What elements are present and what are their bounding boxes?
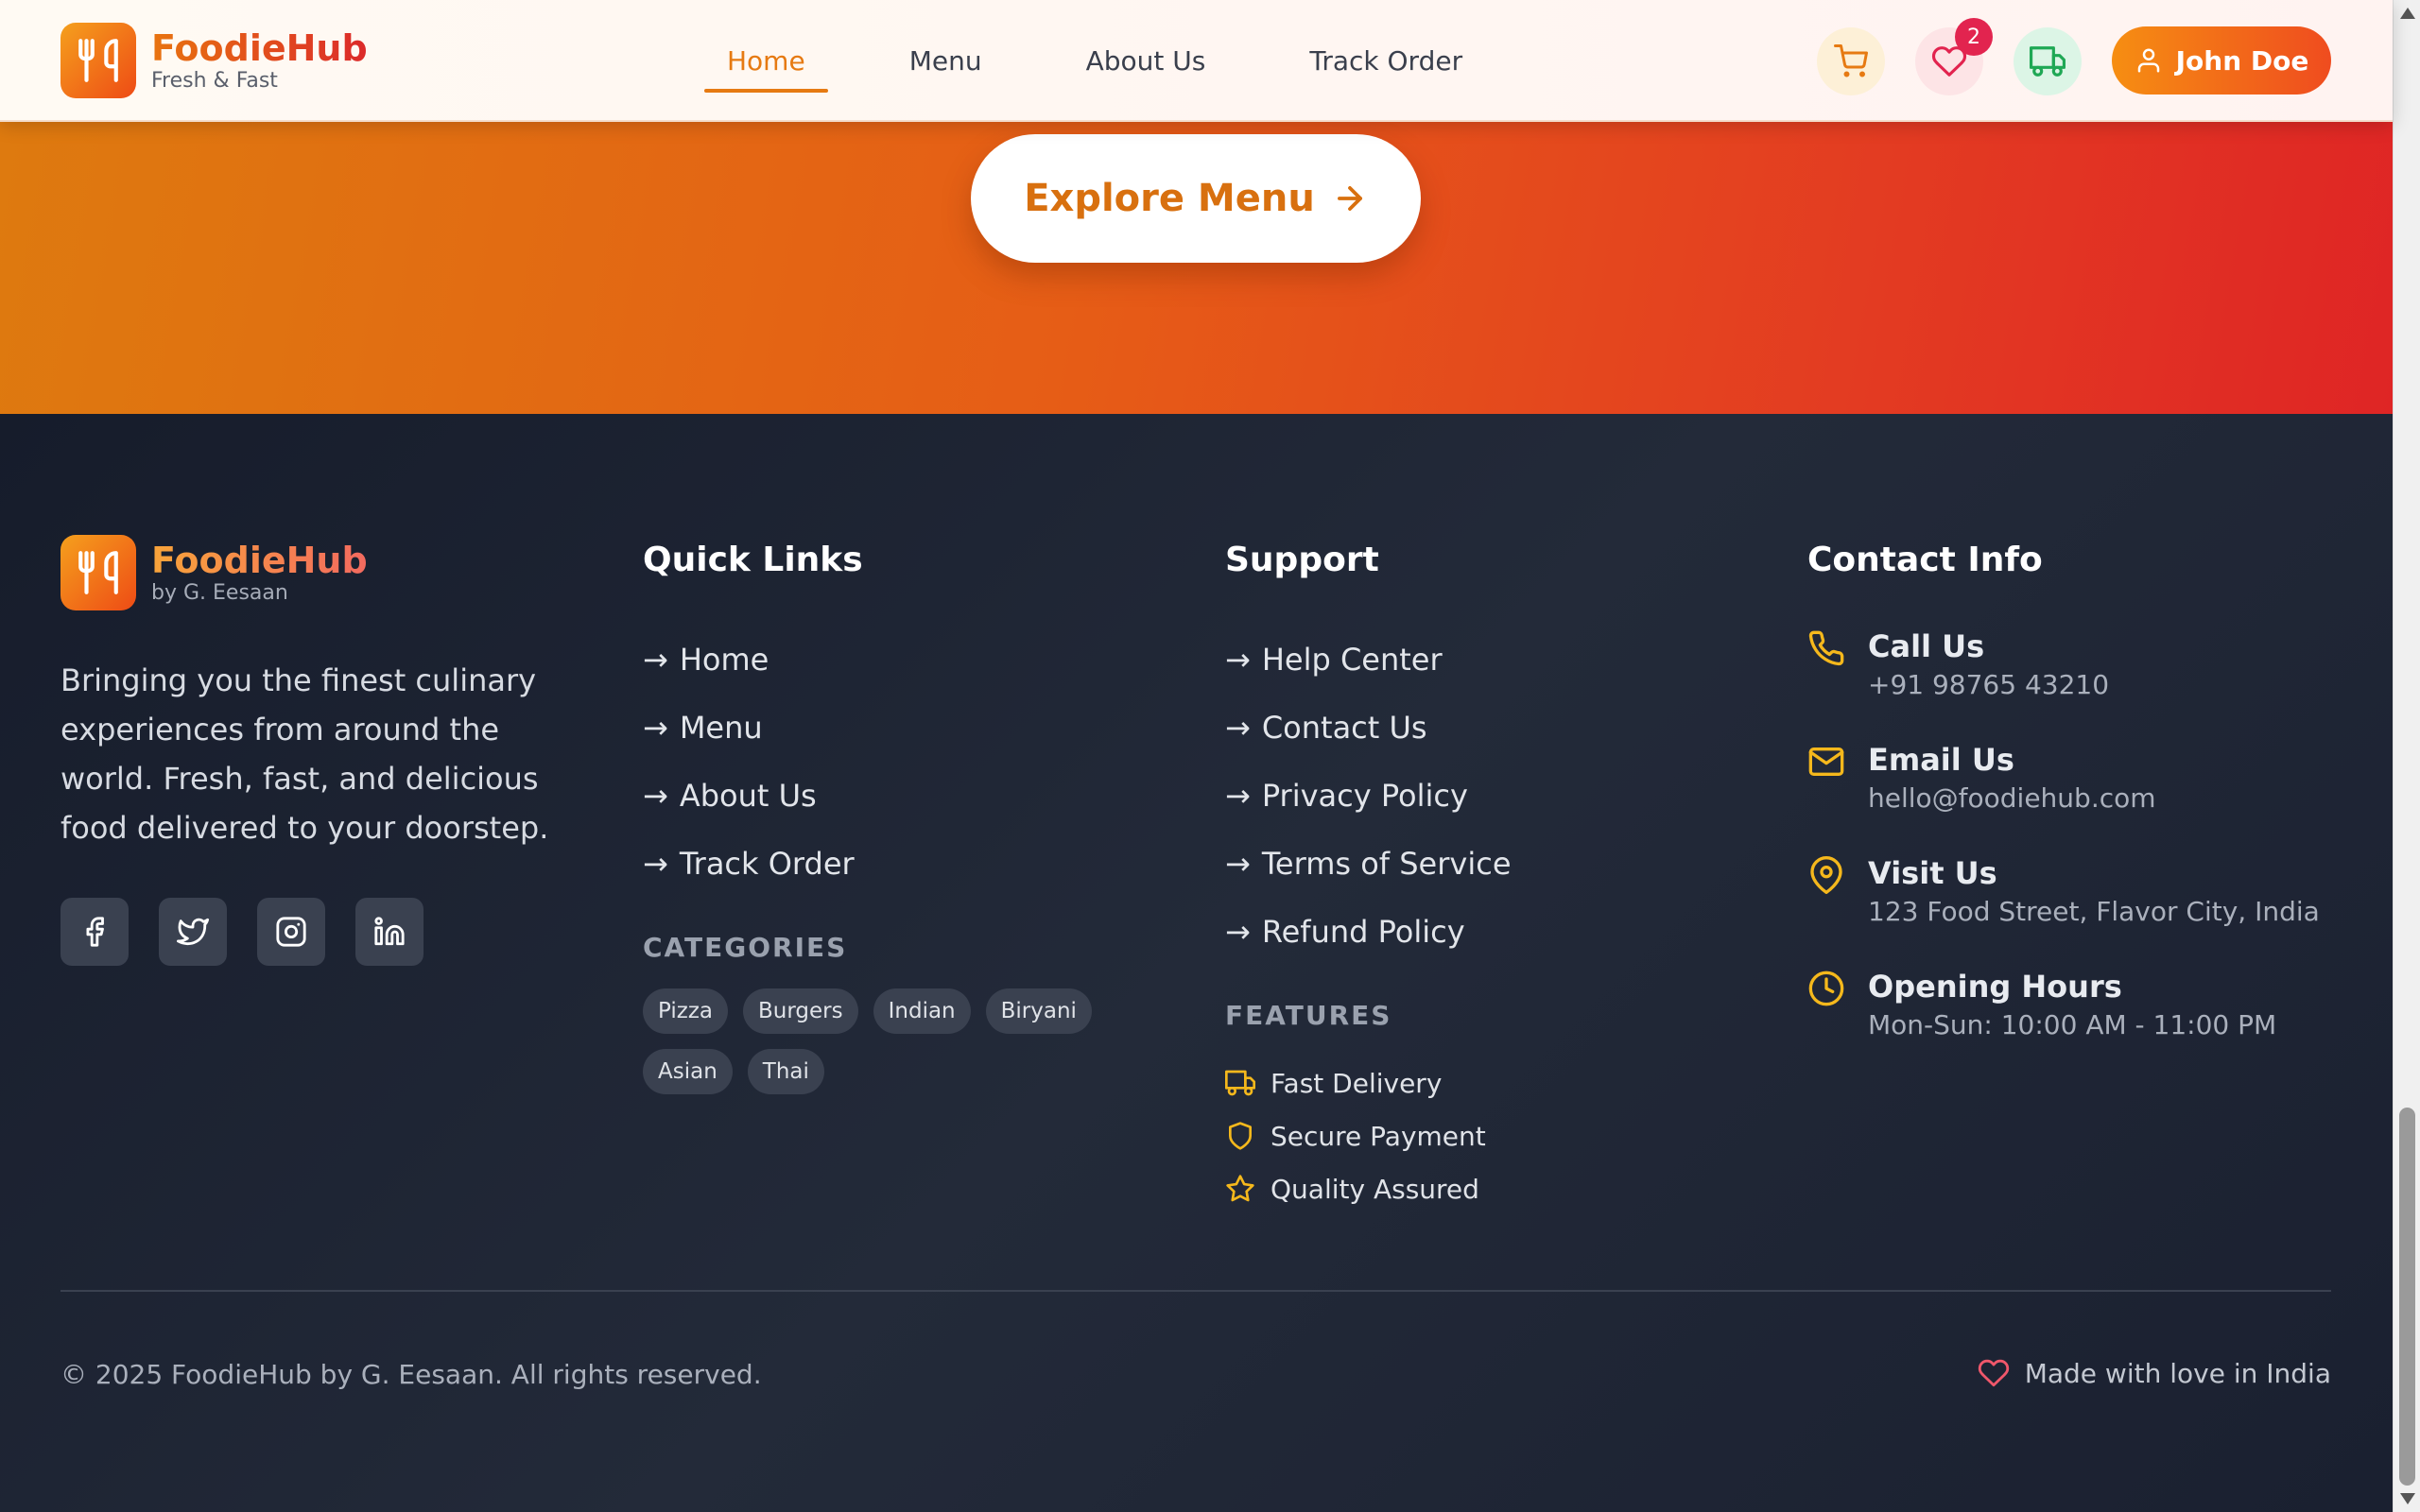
opening-hours-value: Mon-Sun: 10:00 AM - 11:00 PM: [1868, 1009, 2277, 1040]
category-chip-burgers[interactable]: Burgers: [743, 988, 858, 1034]
shield-icon: [1229, 1122, 1252, 1150]
clock-icon: [1808, 971, 1844, 1006]
footer-divider: [60, 1290, 2331, 1292]
utensils-icon: [60, 535, 136, 610]
support-title: Support: [1225, 541, 1379, 579]
social-links: [60, 898, 454, 966]
facebook-button[interactable]: [60, 898, 129, 966]
contact-info-title: Contact Info: [1807, 541, 2043, 579]
footer-description: Bringing you the finest culinary experie…: [60, 662, 549, 846]
feature-quality-assured: Quality Assured: [1225, 1162, 1486, 1215]
cart-button[interactable]: [1817, 27, 1885, 95]
favorites-count-badge: 2: [1955, 18, 1993, 56]
favorites-button[interactable]: 2: [1915, 18, 1993, 95]
brand-tagline: Fresh & Fast: [151, 69, 278, 93]
email-address[interactable]: hello@foodiehub.com: [1868, 779, 2156, 818]
category-chip-indian[interactable]: Indian: [873, 988, 971, 1034]
map-pin-icon: [1810, 856, 1842, 894]
explore-menu-button[interactable]: Explore Menu: [971, 134, 1421, 263]
scroll-up-arrow[interactable]: [2400, 8, 2415, 19]
footer-brand-name: FoodieHub: [151, 540, 368, 581]
footer-link-help-center[interactable]: → Help Center: [1225, 633, 1512, 701]
cart-icon: [1834, 44, 1868, 77]
heart-icon: [1978, 1359, 2009, 1387]
features-title: FEATURES: [1225, 1000, 1392, 1031]
arrow-right-icon: [1337, 186, 1362, 211]
quick-links-title: Quick Links: [643, 541, 863, 579]
contact-opening-hours: Opening Hours Mon-Sun: 10:00 AM - 11:00 …: [1807, 968, 2320, 1081]
contact-call-us: Call Us +91 98765 43210: [1807, 627, 2320, 741]
hero-banner: Explore Menu: [0, 122, 2393, 414]
main-nav: Home Menu About Us Track Order: [704, 0, 1544, 121]
category-chip-pizza[interactable]: Pizza: [643, 988, 728, 1034]
category-chips: Pizza Burgers Indian Biryani Asian Thai: [643, 988, 1172, 1109]
linkedin-icon: [374, 917, 405, 946]
footer-link-contact-us[interactable]: → Contact Us: [1225, 701, 1512, 769]
copyright-text: © 2025 FoodieHub by G. Eesaan. All right…: [60, 1359, 762, 1390]
contact-info-list: Call Us +91 98765 43210 Email Us hello@f…: [1807, 627, 2320, 1081]
scrollbar-thumb[interactable]: [2399, 1108, 2415, 1486]
scroll-down-arrow[interactable]: [2400, 1493, 2415, 1504]
twitter-icon: [177, 918, 209, 946]
footer-link-about-us[interactable]: → About Us: [643, 769, 855, 837]
category-chip-thai[interactable]: Thai: [747, 1049, 824, 1094]
track-order-button[interactable]: [2014, 27, 2082, 95]
contact-visit-us: Visit Us 123 Food Street, Flavor City, I…: [1807, 854, 2320, 968]
footer-byline: by G. Eesaan: [151, 581, 288, 605]
phone-number[interactable]: +91 98765 43210: [1868, 665, 2109, 705]
user-name: John Doe: [2175, 44, 2309, 77]
instagram-button[interactable]: [257, 898, 325, 966]
nav-about-us[interactable]: About Us: [1063, 0, 1229, 121]
phone-icon: [1808, 630, 1844, 666]
nav-track-order[interactable]: Track Order: [1287, 0, 1485, 121]
star-icon: [1226, 1175, 1254, 1202]
twitter-button[interactable]: [159, 898, 227, 966]
street-address: 123 Food Street, Flavor City, India: [1868, 896, 2320, 927]
footer-link-terms-of-service[interactable]: → Terms of Service: [1225, 837, 1512, 905]
brand-name: FoodieHub: [151, 27, 368, 69]
feature-secure-payment: Secure Payment: [1225, 1109, 1486, 1162]
contact-email-us: Email Us hello@foodiehub.com: [1807, 741, 2320, 854]
footer-brand-logo[interactable]: FoodieHub by G. Eesaan: [60, 535, 368, 610]
made-with-love: Made with love in India: [1978, 1357, 2331, 1389]
footer-link-privacy-policy[interactable]: → Privacy Policy: [1225, 769, 1512, 837]
features-list: Fast Delivery Secure Payment Quality Ass…: [1225, 1057, 1486, 1215]
nav-menu[interactable]: Menu: [887, 0, 1005, 121]
top-navbar: FoodieHub Fresh & Fast Home Menu About U…: [0, 0, 2393, 122]
user-icon: [2137, 48, 2159, 73]
truck-icon: [1225, 1070, 1255, 1096]
utensils-icon: [60, 23, 136, 98]
support-links-list: → Help Center → Contact Us → Privacy Policy…: [1225, 633, 1512, 973]
footer-link-refund-policy[interactable]: → Refund Policy: [1225, 905, 1512, 973]
feature-fast-delivery: Fast Delivery: [1225, 1057, 1486, 1109]
footer-link-menu[interactable]: → Menu: [643, 701, 855, 769]
facebook-icon: [86, 917, 104, 947]
linkedin-button[interactable]: [355, 898, 424, 966]
quick-links-list: → Home → Menu → About Us → Track Order: [643, 633, 855, 905]
footer-link-track-order[interactable]: → Track Order: [643, 837, 855, 905]
category-chip-asian[interactable]: Asian: [643, 1049, 733, 1094]
explore-menu-label: Explore Menu: [1024, 177, 1315, 220]
truck-icon: [2030, 46, 2066, 77]
category-chip-biryani[interactable]: Biryani: [985, 988, 1092, 1034]
instagram-icon: [276, 917, 306, 947]
nav-home[interactable]: Home: [704, 0, 828, 121]
brand-logo[interactable]: FoodieHub Fresh & Fast: [60, 23, 368, 98]
footer-link-home[interactable]: → Home: [643, 633, 855, 701]
mail-icon: [1808, 747, 1844, 776]
user-profile-button[interactable]: John Doe: [2112, 26, 2331, 94]
page-scrollbar[interactable]: [2393, 0, 2420, 1512]
categories-title: CATEGORIES: [643, 932, 848, 963]
site-footer: FoodieHub by G. Eesaan Bringing you the …: [0, 414, 2393, 1512]
